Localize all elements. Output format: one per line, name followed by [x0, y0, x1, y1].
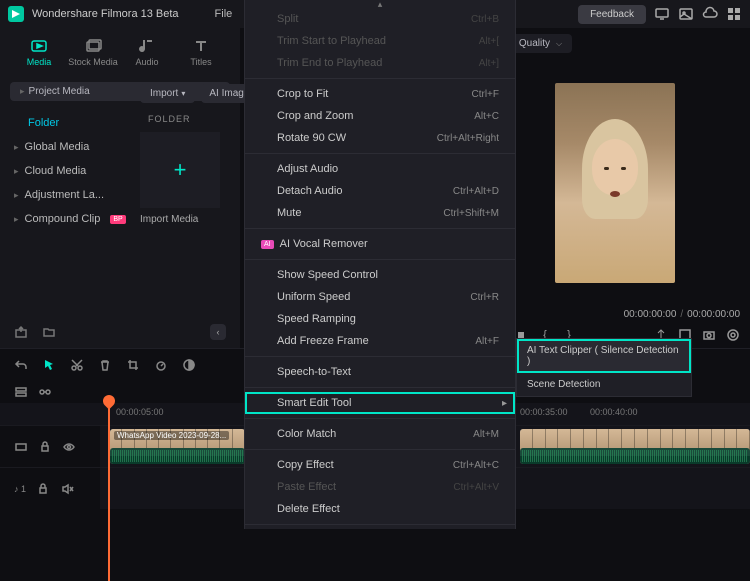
snapshot-icon[interactable] [702, 328, 716, 342]
clip-label: WhatsApp Video 2023-09-28... [114, 431, 229, 440]
ctx-mute[interactable]: MuteCtrl+Shift+M [245, 202, 515, 224]
ctx-delete-effect[interactable]: Delete Effect [245, 498, 515, 520]
ruler-tick: 00:00:40:00 [590, 407, 638, 417]
ctx-trim-end: Trim End to PlayheadAlt+] [245, 52, 515, 74]
media-icon [30, 37, 48, 55]
ctx-paste-effect: Paste EffectCtrl+Alt+V [245, 476, 515, 498]
project-media-label: Project Media [29, 86, 90, 97]
sidebar-adj-label: Adjustment La... [25, 189, 105, 201]
crop-icon[interactable] [126, 358, 140, 372]
ctx-speed-ramping[interactable]: Speed Ramping [245, 308, 515, 330]
submenu-arrow-icon: ▸ [502, 398, 507, 409]
tab-audio-label: Audio [135, 57, 158, 67]
menu-scroll-up-icon[interactable]: ▴ [245, 0, 515, 8]
audio-track-label: ♪ 1 [14, 484, 26, 494]
track-add-icon[interactable] [14, 385, 28, 399]
ctx-crop-fit[interactable]: Crop to FitCtrl+F [245, 83, 515, 105]
grid-icon[interactable] [726, 6, 742, 22]
folder-heading: FOLDER [140, 114, 199, 124]
collapse-panel-button[interactable]: ‹ [210, 324, 226, 340]
cloud-icon[interactable] [702, 6, 718, 22]
time-current: 00:00:00:00 [624, 309, 677, 320]
sidebar-global-label: Global Media [25, 141, 90, 153]
sidebar-cloud-label: Cloud Media [25, 165, 87, 177]
import-label: Import [150, 88, 178, 99]
settings-icon[interactable] [726, 328, 740, 342]
ctx-color-match[interactable]: Color MatchAlt+M [245, 423, 515, 445]
tab-titles[interactable]: Titles [174, 37, 228, 67]
ctx-detach-audio[interactable]: Detach AudioCtrl+Alt+D [245, 180, 515, 202]
ai-badge: AI [261, 240, 274, 249]
video-track-icon[interactable] [14, 440, 28, 454]
color-icon[interactable] [182, 358, 196, 372]
video-preview[interactable] [555, 83, 675, 283]
ctx-rotate[interactable]: Rotate 90 CWCtrl+Alt+Right [245, 127, 515, 149]
lock-icon[interactable] [38, 440, 52, 454]
ctx-crop-zoom[interactable]: Crop and ZoomAlt+C [245, 105, 515, 127]
tab-stock-media[interactable]: Stock Media [66, 37, 120, 67]
feedback-button[interactable]: Feedback [578, 5, 646, 24]
preview-canvas [480, 59, 750, 307]
app-title: Wondershare Filmora 13 Beta [32, 8, 179, 20]
tab-audio[interactable]: Audio [120, 37, 174, 67]
smart-edit-submenu: AI Text Clipper ( Silence Detection ) Sc… [516, 338, 692, 397]
tab-media-label: Media [27, 57, 52, 67]
track-link-icon[interactable] [38, 385, 52, 399]
bp-badge: BP [110, 215, 125, 224]
import-media-label: Import Media [140, 214, 198, 225]
eye-icon[interactable] [62, 440, 76, 454]
ctx-trim-start: Trim Start to PlayheadAlt+[ [245, 30, 515, 52]
audio-icon [138, 37, 156, 55]
tab-media[interactable]: Media [12, 37, 66, 67]
ruler-tick: 00:00:35:00 [520, 407, 568, 417]
import-button[interactable]: Import▾ [140, 84, 195, 103]
sidebar-compound-clip[interactable]: ▸Compound ClipBP [0, 207, 240, 231]
lock-icon[interactable] [36, 482, 50, 496]
speed-icon[interactable] [154, 358, 168, 372]
ctx-freeze-frame[interactable]: Add Freeze FrameAlt+F [245, 330, 515, 352]
tab-stock-label: Stock Media [68, 57, 118, 67]
submenu-scene-detection[interactable]: Scene Detection [517, 373, 691, 396]
delete-icon[interactable] [98, 358, 112, 372]
ruler-tick: 00:00:05:00 [116, 407, 164, 417]
ctx-adjust-audio[interactable]: Adjust Audio [245, 158, 515, 180]
ctx-speech-to-text[interactable]: Speech-to-Text [245, 361, 515, 383]
time-separator: / [680, 309, 683, 320]
inline-audio-1[interactable] [110, 448, 245, 464]
export-icon[interactable] [14, 325, 28, 339]
menu-file[interactable]: File [207, 4, 241, 24]
playhead[interactable] [108, 401, 110, 581]
ctx-speed-control[interactable]: Show Speed Control [245, 264, 515, 286]
app-logo [8, 6, 24, 22]
ctx-uniform-speed[interactable]: Uniform SpeedCtrl+R [245, 286, 515, 308]
import-media-drop[interactable]: + [140, 132, 220, 208]
undo-icon[interactable] [14, 358, 28, 372]
ctx-split: SplitCtrl+B [245, 8, 515, 30]
submenu-ai-text-clipper[interactable]: AI Text Clipper ( Silence Detection ) [517, 339, 691, 373]
ctx-copy-effect[interactable]: Copy EffectCtrl+Alt+C [245, 454, 515, 476]
stock-icon [84, 37, 102, 55]
mute-track-icon[interactable] [60, 482, 74, 496]
tab-titles-label: Titles [190, 57, 211, 67]
monitor-icon[interactable] [654, 6, 670, 22]
titles-icon [192, 37, 210, 55]
context-menu: ▴ SplitCtrl+B Trim Start to PlayheadAlt+… [244, 0, 516, 529]
folder-icon[interactable] [42, 325, 56, 339]
ctx-ai-vocal-remover[interactable]: AIAI Vocal Remover [245, 233, 515, 255]
time-total: 00:00:00:00 [687, 309, 740, 320]
cut-icon[interactable] [70, 358, 84, 372]
sidebar-comp-label: Compound Clip [25, 213, 101, 225]
inline-audio-2[interactable] [520, 448, 750, 464]
image-icon[interactable] [678, 6, 694, 22]
pointer-icon[interactable] [42, 358, 56, 372]
ctx-smart-edit-tool[interactable]: Smart Edit Tool▸ [245, 392, 515, 414]
